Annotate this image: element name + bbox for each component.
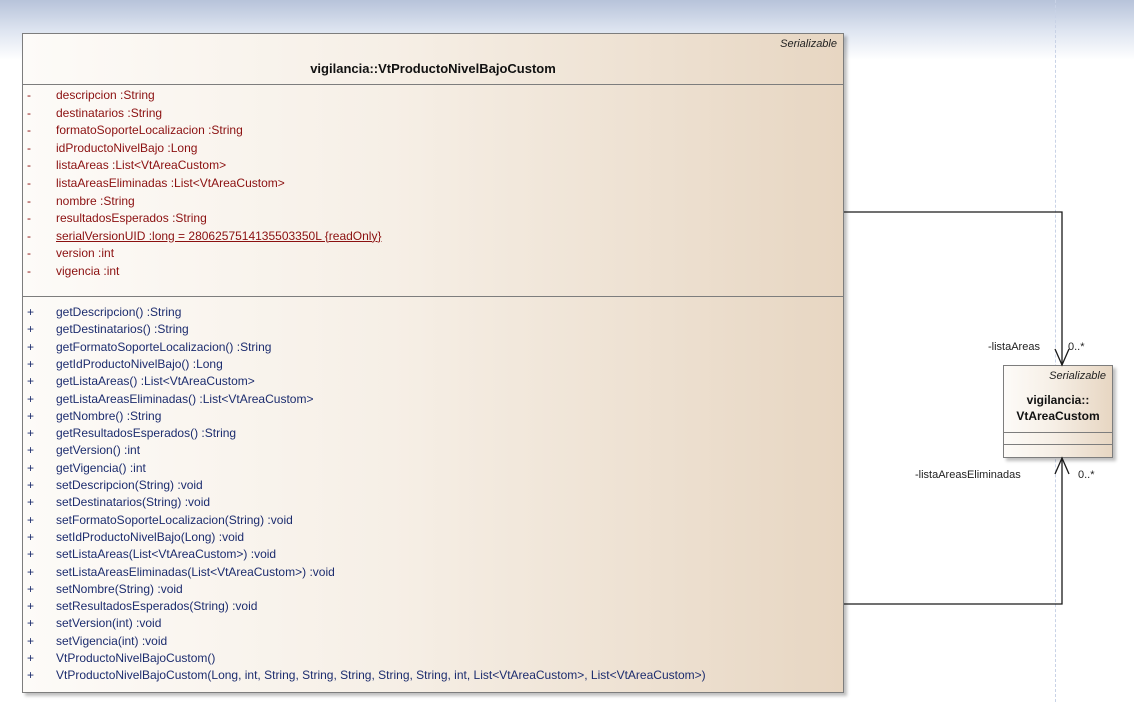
role-label-listaareaseliminadas: -listaAreasEliminadas — [915, 469, 1021, 481]
multiplicity-label-listaareaseliminadas: 0..* — [1078, 469, 1095, 481]
multiplicity-label-listaareas: 0..* — [1068, 341, 1085, 353]
association-lines — [844, 211, 1070, 605]
role-label-listaareas: -listaAreas — [988, 341, 1040, 353]
diagram-canvas[interactable]: Serializable vigilancia::VtProductoNivel… — [0, 0, 1134, 702]
